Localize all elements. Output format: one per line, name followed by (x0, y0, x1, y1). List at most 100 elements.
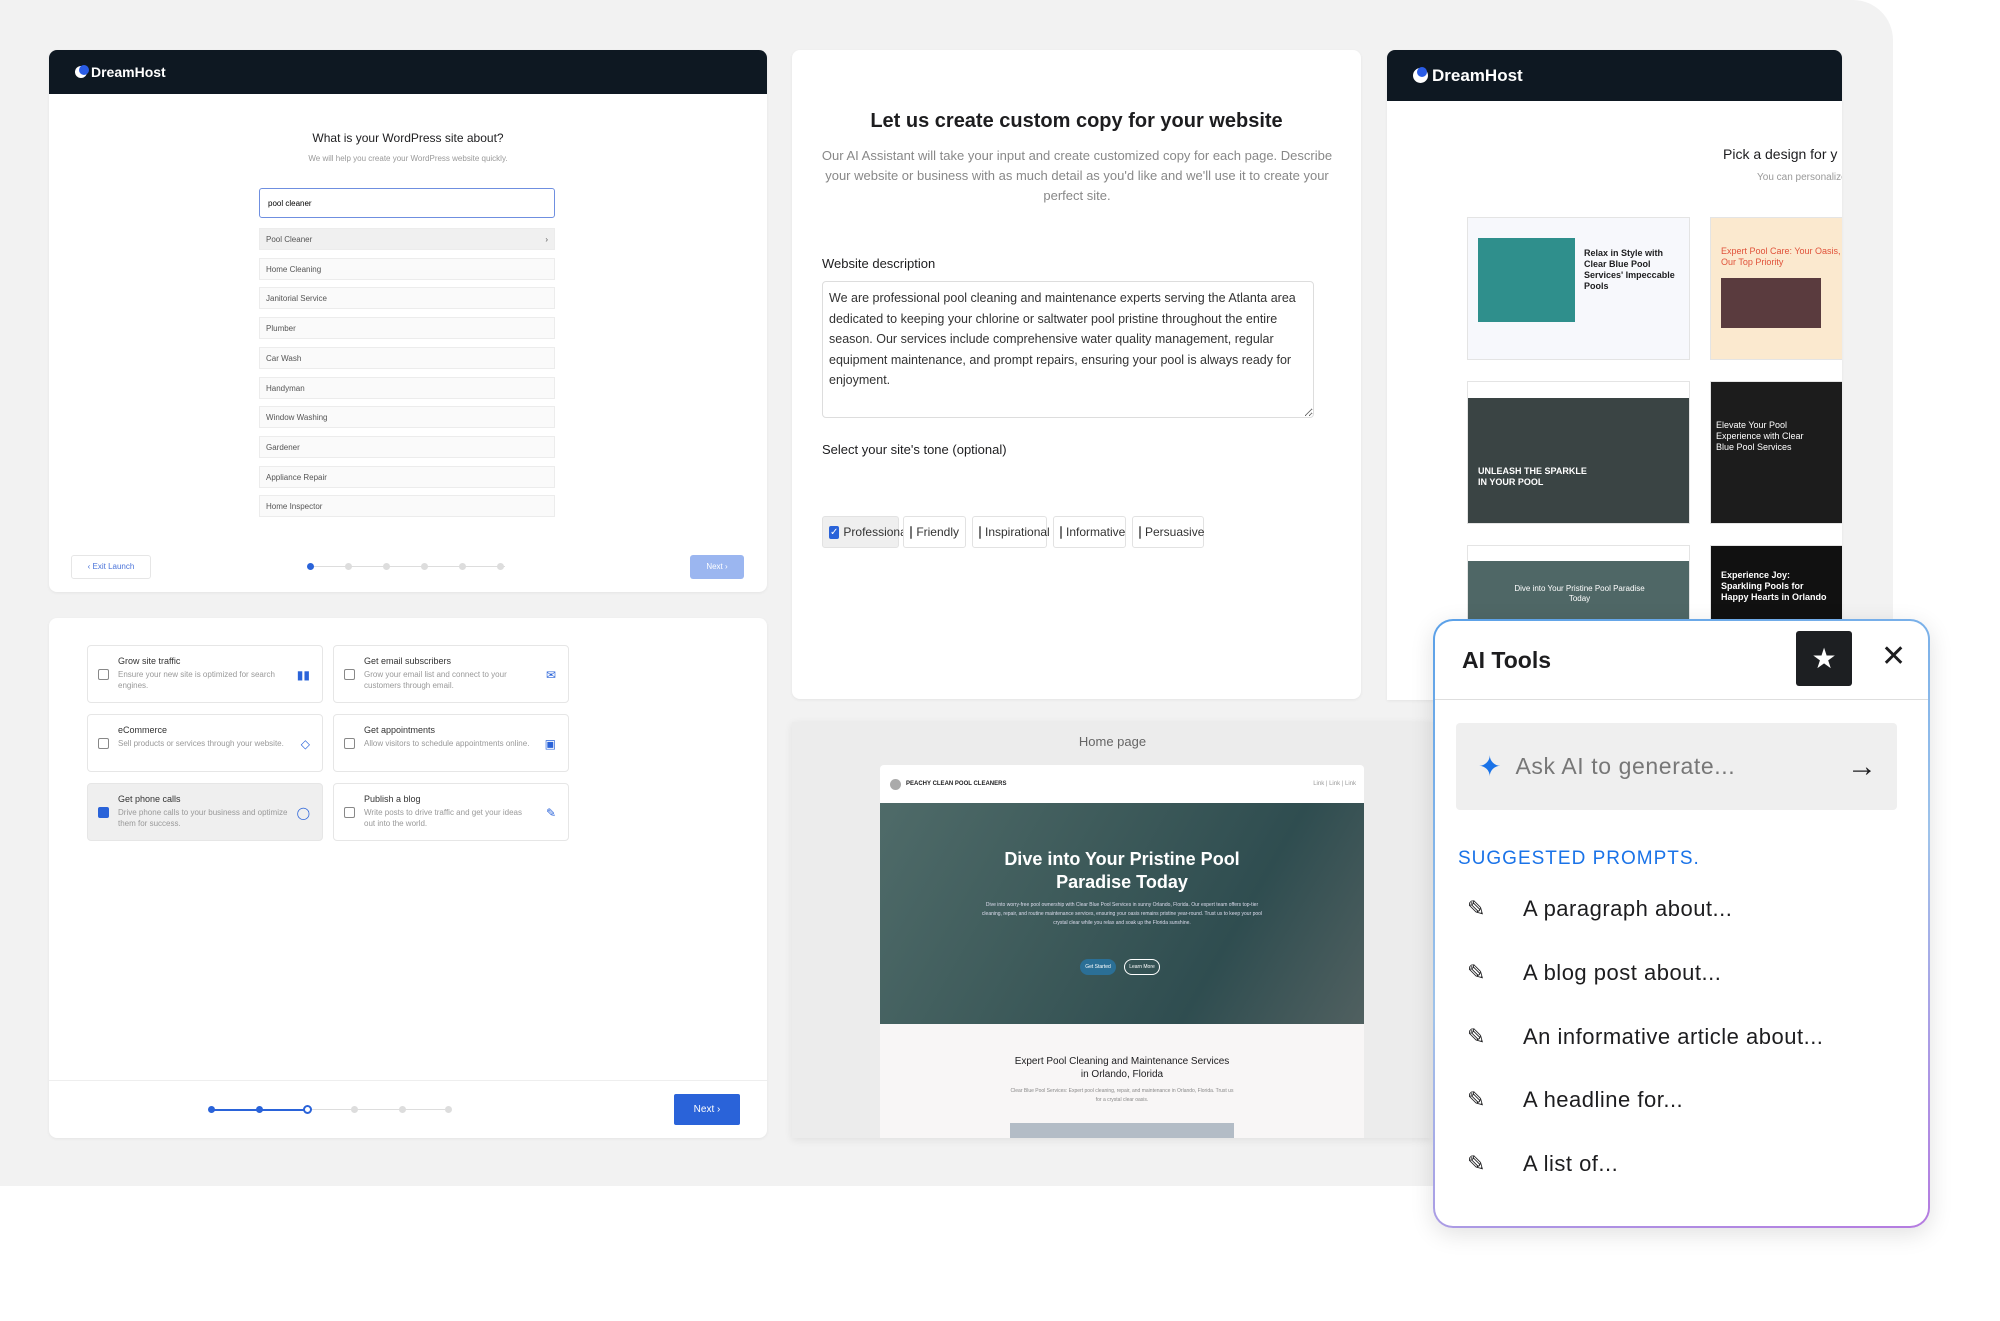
suggestion-item[interactable]: Gardener (259, 435, 555, 458)
checkbox[interactable] (1139, 525, 1141, 539)
goal-title: Get email subscribers (364, 656, 452, 666)
suggestion-item[interactable]: Appliance Repair (259, 465, 555, 488)
preview-section-title: Expert Pool Cleaning and Maintenance Ser… (1014, 1056, 1230, 1080)
next-button-disabled[interactable]: Next › (690, 555, 744, 579)
suggested-prompt[interactable]: ✎ A list of... (1467, 1151, 1618, 1177)
pencil-icon: ✎ (1467, 1151, 1486, 1177)
checkbox[interactable] (344, 669, 355, 680)
dreamhost-header: DreamHost (1387, 50, 1842, 101)
tone-label: Inspirational (985, 525, 1050, 539)
tone-label: Friendly (916, 525, 959, 539)
checkbox[interactable]: ✓ (829, 525, 840, 539)
suggestion-item[interactable]: Pool Cleaner › (259, 228, 555, 250)
goal-description: Ensure your new site is optimized for se… (118, 670, 275, 690)
ask-ai-placeholder: Ask AI to generate... (1515, 753, 1736, 779)
page-title: What is your WordPress site about? (312, 131, 504, 145)
checkbox[interactable] (98, 807, 109, 818)
suggestion-item[interactable]: Janitorial Service (259, 287, 555, 310)
goal-option[interactable]: Get appointments Allow visitors to schedu… (333, 714, 569, 772)
suggested-prompt[interactable]: ✎ A blog post about... (1467, 960, 1721, 986)
checkbox[interactable] (1060, 525, 1062, 539)
suggestion-item[interactable]: Home Cleaning (259, 257, 555, 280)
pencil-icon: ✎ (545, 806, 556, 820)
design-thumbnail[interactable]: UNLEASH THE SPARKLE IN YOUR POOL (1467, 381, 1690, 524)
favorite-star-button[interactable]: ★ (1796, 631, 1852, 686)
ask-ai-input[interactable]: ✦ Ask AI to generate... → (1456, 723, 1897, 810)
suggestion-label: Pool Cleaner (266, 235, 313, 244)
tone-option[interactable]: ✓ Professional (822, 516, 909, 548)
suggestion-item[interactable]: Car Wash (259, 346, 555, 369)
suggested-prompt[interactable]: ✎ An informative article about... (1467, 1024, 1823, 1050)
checkbox[interactable] (98, 738, 109, 749)
goal-description: Write posts to drive traffic and get you… (364, 808, 523, 828)
copy-intro: Our AI Assistant will take your input an… (821, 148, 1333, 203)
preview-hero-title: Dive into Your Pristine Pool Paradise To… (1004, 849, 1240, 892)
goal-option[interactable]: Get phone calls Drive phone calls to your… (87, 783, 323, 841)
sparkle-icon: ✦ (1478, 751, 1502, 782)
suggestion-item[interactable]: Window Washing (259, 406, 555, 429)
progress-step (421, 563, 428, 570)
checkbox[interactable] (344, 738, 355, 749)
design-thumbnail[interactable]: Relax in Style with Clear Blue Pool Serv… (1467, 217, 1690, 360)
thumbnail-title: Expert Pool Care: Your Oasis, Our Top Pr… (1721, 246, 1841, 267)
tone-label: Select your site's tone (optional) (822, 442, 1007, 457)
progress-step (345, 563, 352, 570)
prompt-label: A blog post about... (1523, 959, 1722, 985)
goal-option[interactable]: eCommerce Sell products or services throu… (87, 714, 323, 772)
design-picker-card: DreamHost Pick a design for y You can pe… (1387, 50, 1842, 700)
home-page-preview: PEACHY CLEAN POOL CLEANERS Link | Link |… (880, 765, 1364, 1138)
goal-option[interactable]: Get email subscribers Grow your email lis… (333, 645, 569, 703)
preview-image (1010, 1123, 1234, 1138)
goal-option[interactable]: Publish a blog Write posts to drive traff… (333, 783, 569, 841)
checkbox[interactable] (910, 525, 913, 539)
submit-arrow-icon[interactable]: → (1847, 750, 1877, 784)
pencil-icon: ✎ (1467, 1023, 1486, 1049)
tone-option[interactable]: Persuasive (1132, 516, 1204, 548)
preview-hero-text: Dive into worry-free pool ownership with… (981, 902, 1263, 926)
chat-bubble-icon: ◯ (296, 806, 310, 820)
exit-launch-button[interactable]: ‹ Exit Launch (71, 555, 151, 579)
progress-step (445, 1106, 452, 1113)
calendar-icon: ▣ (544, 737, 556, 751)
suggestion-label: Appliance Repair (266, 472, 327, 482)
suggestion-item[interactable]: Plumber (259, 317, 555, 340)
tone-option[interactable]: Friendly (903, 516, 966, 548)
checkbox[interactable] (979, 525, 981, 539)
goal-title: Grow site traffic (118, 656, 181, 666)
tone-label: Informative (1066, 525, 1126, 539)
design-thumbnail[interactable]: Expert Pool Care: Your Oasis, Our Top Pr… (1710, 217, 1842, 360)
progress-step-done (208, 1106, 215, 1113)
prompt-label: A paragraph about... (1523, 896, 1733, 921)
suggested-prompt[interactable]: ✎ A headline for... (1467, 1087, 1683, 1113)
site-topic-input[interactable] (259, 188, 555, 218)
prompt-label: An informative article about... (1523, 1023, 1824, 1049)
website-description-textarea[interactable]: We are professional pool cleaning and ma… (822, 281, 1314, 418)
preview-learn-more-button[interactable]: Learn More (1124, 959, 1160, 975)
preview-nav-links[interactable]: Link | Link | Link (1313, 781, 1356, 787)
thumbnail-title: Relax in Style with Clear Blue Pool Serv… (1584, 248, 1675, 291)
tone-option[interactable]: Informative (1053, 516, 1126, 548)
suggestion-item[interactable]: Handyman (259, 376, 555, 399)
suggestion-label: Janitorial Service (266, 294, 327, 304)
checkbox[interactable] (98, 669, 109, 680)
goal-description: Sell products or services through your w… (118, 739, 284, 748)
goal-description: Drive phone calls to your business and o… (118, 808, 288, 828)
dreamhost-header: DreamHost (49, 50, 767, 94)
suggestion-label: Gardener (266, 442, 300, 452)
suggestion-item[interactable]: Home Inspector (259, 495, 555, 518)
design-thumbnail[interactable]: Elevate Your Pool Experience with Clear … (1710, 381, 1842, 524)
copy-title: Let us create custom copy for your websi… (870, 110, 1283, 132)
tone-option[interactable]: Inspirational (972, 516, 1050, 548)
close-icon[interactable]: ✕ (1881, 635, 1906, 679)
checkbox[interactable] (344, 807, 355, 818)
dreamhost-logo-icon (1413, 67, 1428, 83)
preview-site-name: PEACHY CLEAN POOL CLEANERS (906, 781, 1007, 787)
envelope-icon: ✉ (545, 668, 556, 682)
dreamhost-logo-icon (75, 65, 89, 78)
preview-get-started-button[interactable]: Get Started (1080, 959, 1116, 975)
brand-name: DreamHost (91, 64, 166, 80)
thumbnail-title: UNLEASH THE SPARKLE IN YOUR POOL (1478, 466, 1587, 487)
next-button[interactable]: Next › (674, 1094, 740, 1125)
suggested-prompt[interactable]: ✎ A paragraph about... (1467, 896, 1732, 922)
goal-option[interactable]: Grow site traffic Ensure your new site is… (87, 645, 323, 703)
